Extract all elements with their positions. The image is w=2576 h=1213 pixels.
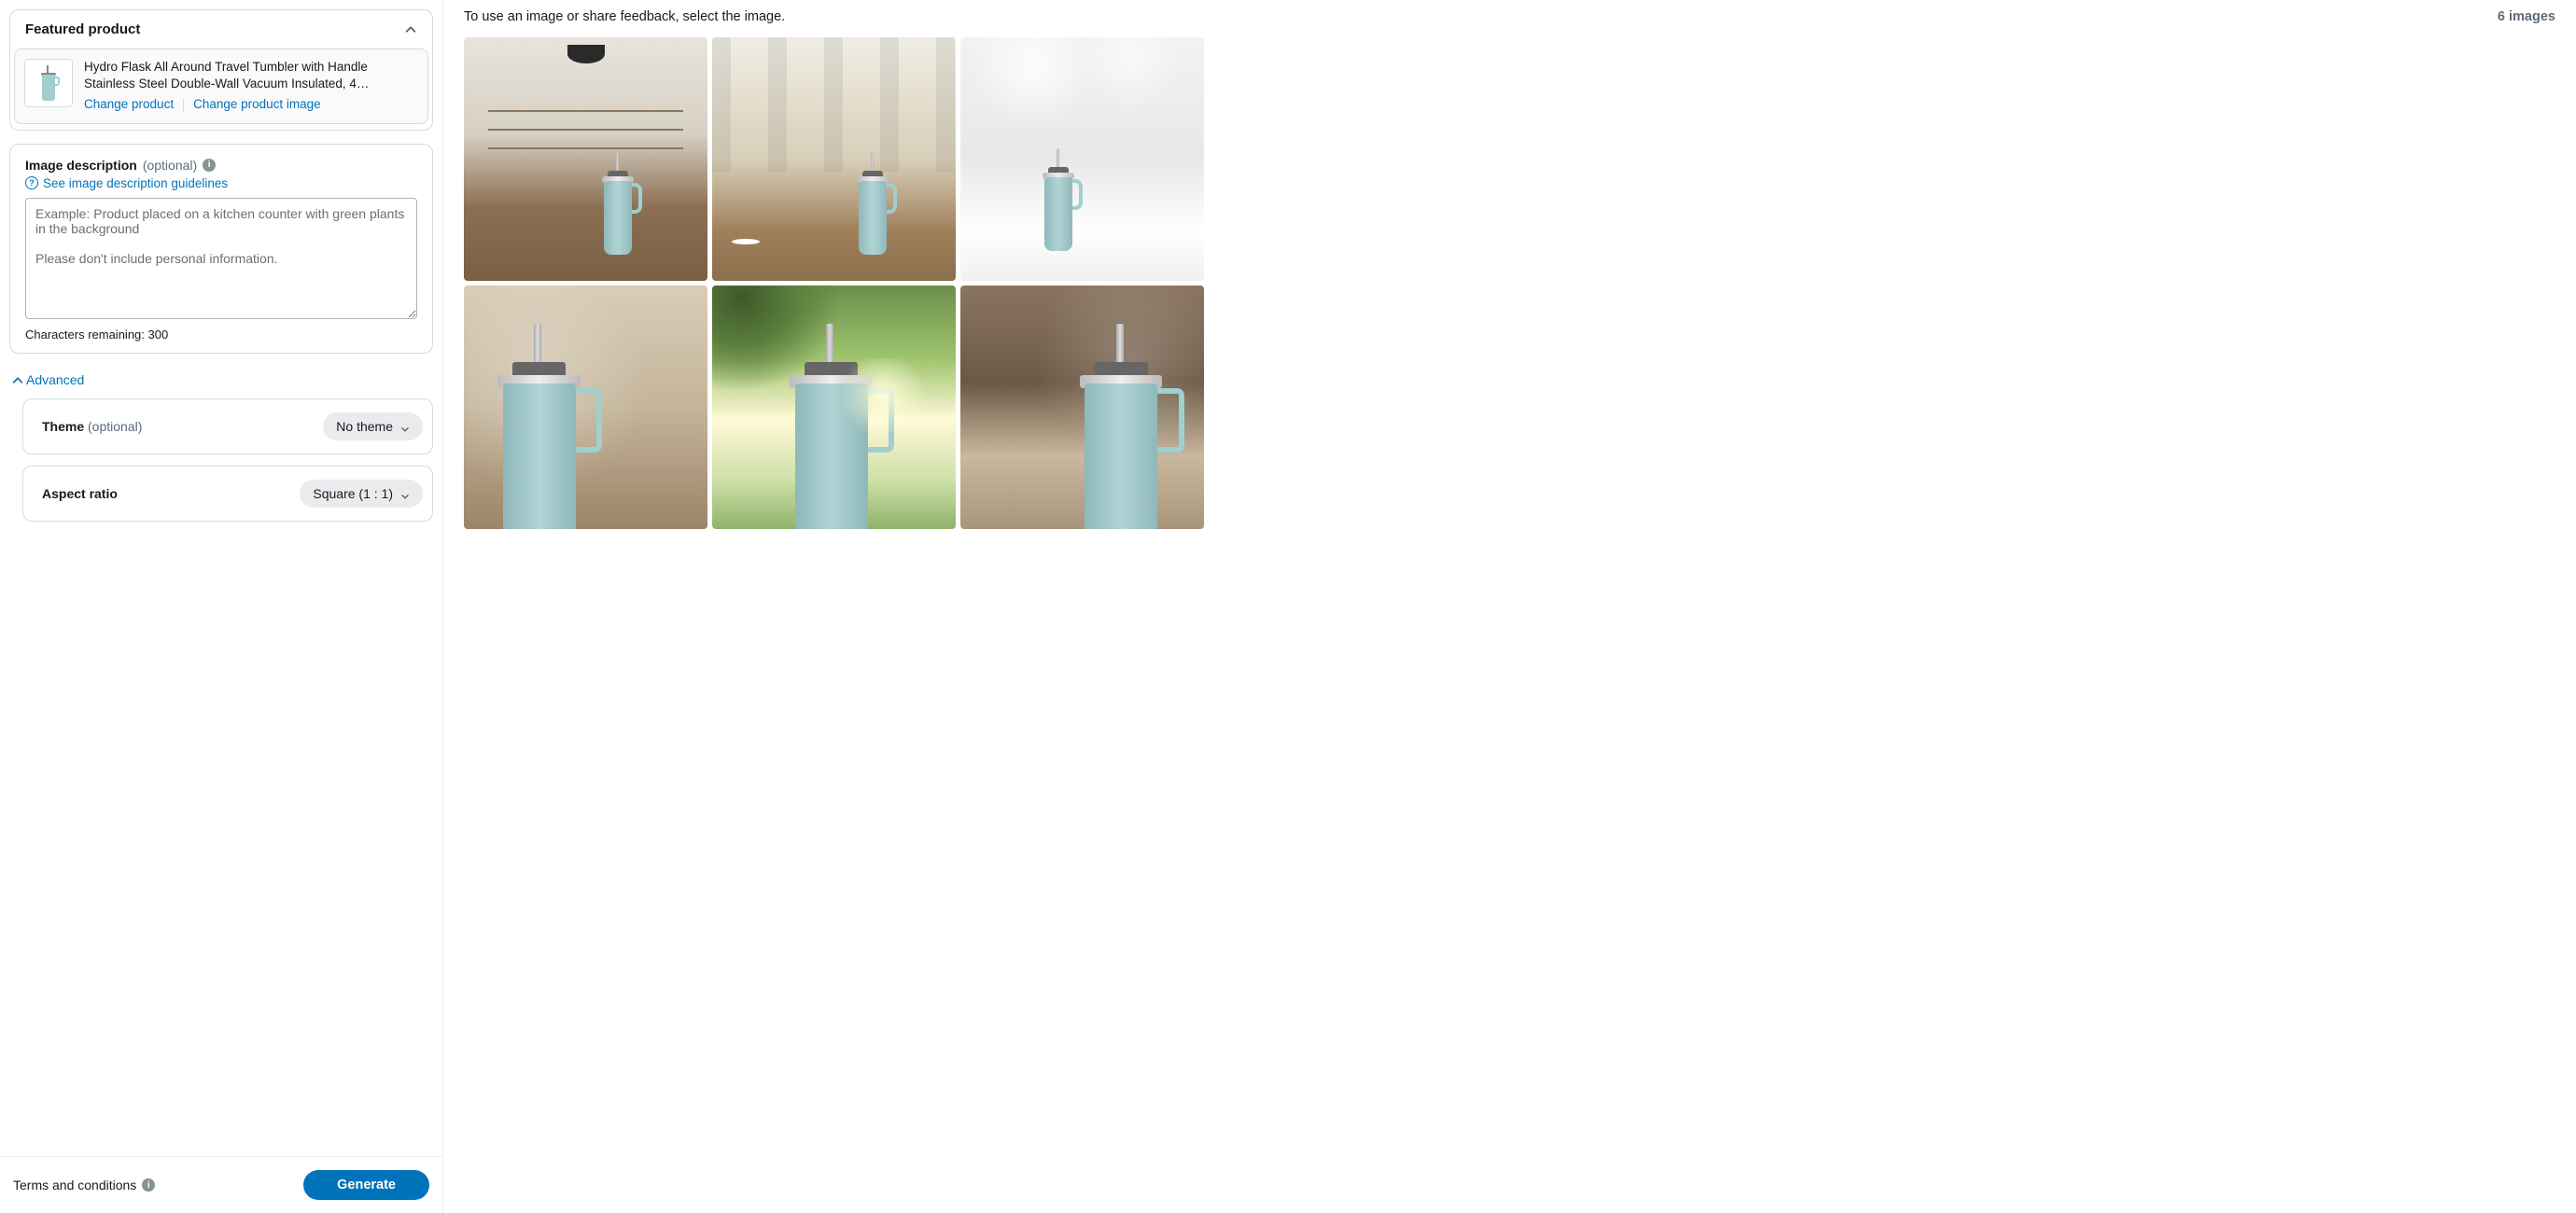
- info-icon[interactable]: i: [203, 159, 216, 172]
- generated-image-1[interactable]: [464, 37, 707, 281]
- image-description-input[interactable]: [25, 198, 417, 319]
- product-card: Hydro Flask All Around Travel Tumbler wi…: [14, 49, 428, 124]
- help-icon: ?: [25, 176, 38, 189]
- separator: [183, 99, 184, 112]
- instruction-text: To use an image or share feedback, selec…: [464, 9, 785, 24]
- sidebar-footer: Terms and conditions i Generate: [0, 1156, 442, 1204]
- chevron-down-icon: [400, 422, 410, 431]
- chevron-up-icon: [404, 23, 417, 36]
- product-thumbnail: [24, 59, 73, 107]
- featured-product-title: Featured product: [25, 21, 140, 37]
- generated-image-2[interactable]: [712, 37, 956, 281]
- main-content: To use an image or share feedback, selec…: [443, 0, 2576, 1213]
- featured-product-header[interactable]: Featured product: [10, 10, 432, 49]
- char-remaining: Characters remaining: 300: [25, 328, 417, 342]
- theme-row: Theme (optional) No theme: [22, 398, 433, 454]
- aspect-ratio-value: Square (1 : 1): [313, 486, 393, 501]
- optional-label: (optional): [143, 158, 197, 173]
- change-product-image-link[interactable]: Change product image: [193, 96, 321, 113]
- chevron-up-icon: [11, 374, 22, 385]
- theme-dropdown[interactable]: No theme: [323, 412, 423, 440]
- generated-image-4[interactable]: [464, 286, 707, 529]
- image-grid: [464, 37, 1211, 529]
- advanced-label: Advanced: [26, 372, 84, 387]
- generated-image-6[interactable]: [960, 286, 1204, 529]
- change-product-link[interactable]: Change product: [84, 96, 174, 113]
- image-description-panel: Image description (optional) i ? See ima…: [9, 144, 433, 354]
- terms-link[interactable]: Terms and conditions: [13, 1178, 136, 1192]
- advanced-toggle[interactable]: Advanced: [9, 367, 433, 398]
- generated-image-3[interactable]: [960, 37, 1204, 281]
- theme-label: Theme: [42, 419, 84, 434]
- info-icon[interactable]: i: [142, 1178, 155, 1192]
- chevron-down-icon: [400, 489, 410, 498]
- theme-value: No theme: [336, 419, 393, 434]
- theme-optional: (optional): [88, 419, 142, 434]
- product-name: Hydro Flask All Around Travel Tumbler wi…: [84, 59, 418, 92]
- generated-image-5[interactable]: [712, 286, 956, 529]
- aspect-ratio-dropdown[interactable]: Square (1 : 1): [300, 480, 423, 508]
- sidebar: Featured product Hydro Flask All Around …: [0, 0, 443, 1213]
- aspect-ratio-row: Aspect ratio Square (1 : 1): [22, 466, 433, 522]
- generate-button[interactable]: Generate: [303, 1170, 429, 1200]
- guidelines-link[interactable]: See image description guidelines: [43, 176, 228, 190]
- image-count: 6 images: [2498, 9, 2555, 24]
- image-description-label: Image description: [25, 158, 137, 173]
- aspect-ratio-label: Aspect ratio: [42, 486, 118, 501]
- featured-product-panel: Featured product Hydro Flask All Around …: [9, 9, 433, 131]
